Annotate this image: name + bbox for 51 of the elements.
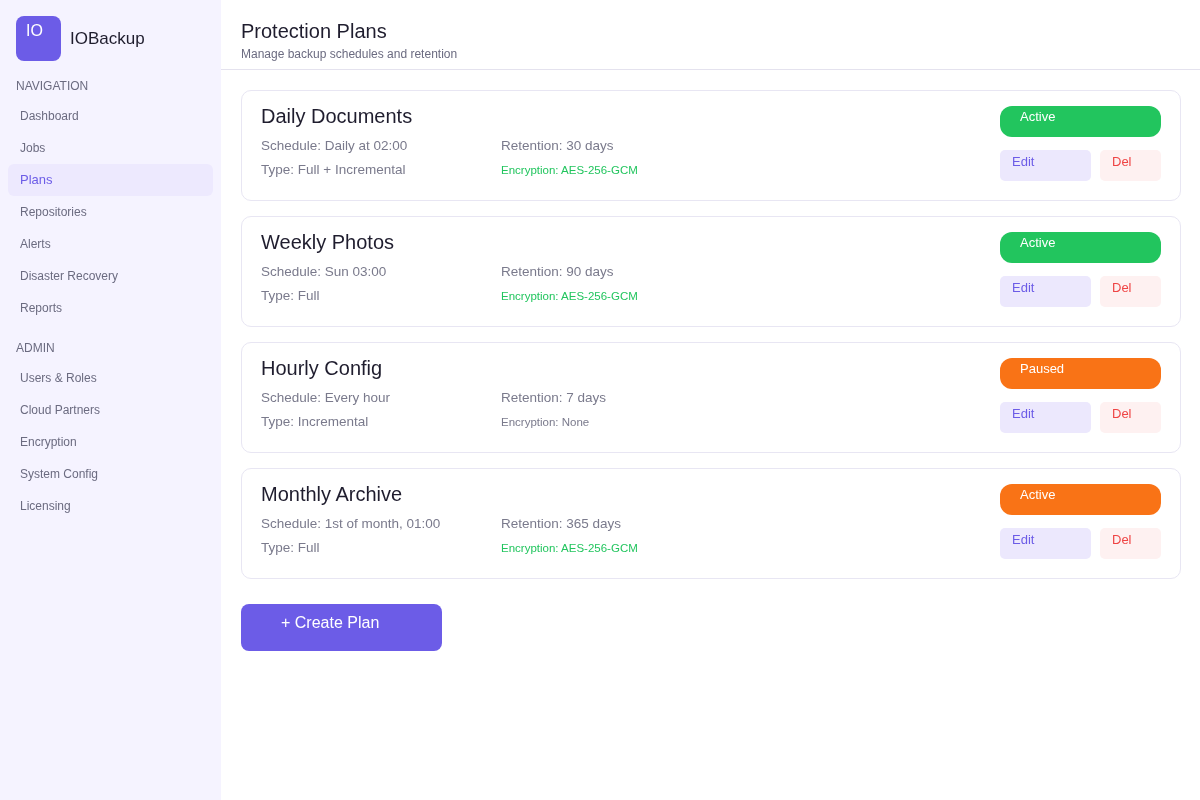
edit-button[interactable]: Edit <box>1000 528 1091 559</box>
plan-type: Type: Full + Incremental <box>261 161 407 179</box>
sidebar-item[interactable]: Repositories <box>8 196 213 228</box>
plan-type: Type: Full <box>261 287 321 305</box>
delete-button[interactable]: Del <box>1100 150 1161 181</box>
delete-button[interactable]: Del <box>1100 402 1161 433</box>
plan-name: Hourly Config <box>261 356 384 380</box>
plan-name: Weekly Photos <box>261 230 396 254</box>
plan-retention: Retention: 90 days <box>501 263 615 281</box>
delete-button[interactable]: Del <box>1100 276 1161 307</box>
plan-retention: Retention: 7 days <box>501 389 607 407</box>
plan-name: Daily Documents <box>261 104 414 128</box>
status-badge: Active <box>1000 484 1161 515</box>
sidebar-item[interactable]: Encryption <box>8 426 213 458</box>
sidebar-item[interactable]: Jobs <box>8 132 213 164</box>
sidebar-item[interactable]: Reports <box>8 292 213 324</box>
sidebar-item[interactable]: Disaster Recovery <box>8 260 213 292</box>
sidebar-item[interactable]: System Config <box>8 458 213 490</box>
sidebar-item[interactable]: Licensing <box>8 490 213 522</box>
sidebar-item[interactable]: Cloud Partners <box>8 394 213 426</box>
status-badge: Active <box>1000 106 1161 137</box>
plan-schedule: Schedule: 1st of month, 01:00 <box>261 515 442 533</box>
create-plan-button[interactable]: + Create Plan <box>241 604 442 651</box>
plan-type: Type: Full <box>261 539 321 557</box>
edit-button[interactable]: Edit <box>1000 402 1091 433</box>
app-logo: IO <box>16 16 61 61</box>
delete-button[interactable]: Del <box>1100 528 1161 559</box>
status-badge: Active <box>1000 232 1161 263</box>
plan-encryption: Encryption: AES-256-GCM <box>501 289 638 304</box>
sidebar-item[interactable]: Plans <box>8 164 213 196</box>
sidebar-item[interactable]: Dashboard <box>8 100 213 132</box>
edit-button[interactable]: Edit <box>1000 276 1091 307</box>
plan-encryption: Encryption: AES-256-GCM <box>501 163 638 178</box>
sidebar-item[interactable]: Alerts <box>8 228 213 260</box>
plan-retention: Retention: 365 days <box>501 515 623 533</box>
section-heading: ADMIN <box>15 340 56 356</box>
page-subtitle: Manage backup schedules and retention <box>241 47 459 62</box>
app-name: IOBackup <box>70 28 145 49</box>
plan-schedule: Schedule: Every hour <box>261 389 392 407</box>
plan-name: Monthly Archive <box>261 482 404 506</box>
edit-button[interactable]: Edit <box>1000 150 1091 181</box>
plan-encryption: Encryption: None <box>501 415 591 430</box>
sidebar-item[interactable]: Users & Roles <box>8 362 213 394</box>
page-title: Protection Plans <box>241 19 388 43</box>
plan-schedule: Schedule: Sun 03:00 <box>261 263 388 281</box>
section-heading: NAVIGATION <box>15 78 90 94</box>
plan-type: Type: Incremental <box>261 413 370 431</box>
plan-schedule: Schedule: Daily at 02:00 <box>261 137 409 155</box>
plan-encryption: Encryption: AES-256-GCM <box>501 541 638 556</box>
plan-retention: Retention: 30 days <box>501 137 615 155</box>
status-badge: Paused <box>1000 358 1161 389</box>
